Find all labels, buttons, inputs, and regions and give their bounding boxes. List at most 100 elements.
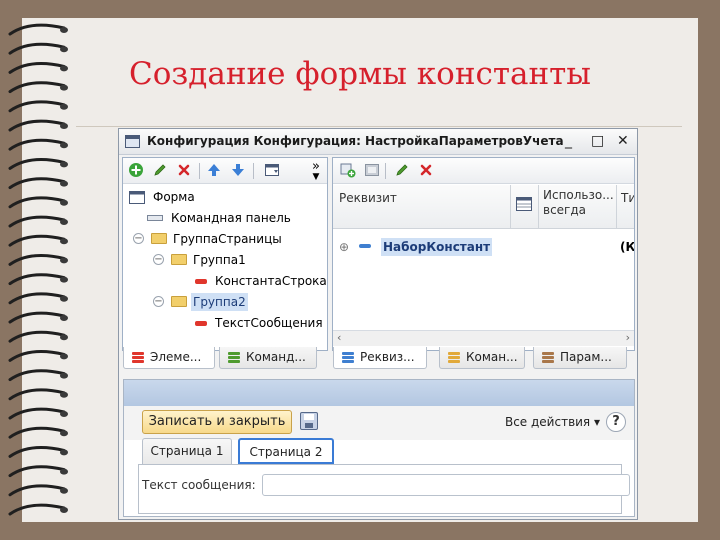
spiral-ring bbox=[8, 23, 66, 36]
spiral-ring bbox=[8, 311, 66, 324]
spiral-ring bbox=[8, 42, 66, 55]
tree-label: Группа1 bbox=[193, 253, 246, 267]
commands-tab-icon bbox=[228, 352, 240, 363]
tree-label: Командная панель bbox=[171, 211, 291, 225]
spiral-ring bbox=[8, 330, 66, 343]
spiral-ring bbox=[8, 407, 66, 420]
spiral-hole bbox=[60, 507, 68, 513]
spiral-hole bbox=[60, 27, 68, 33]
divider bbox=[76, 126, 682, 127]
tab-elements[interactable]: Элеме... bbox=[123, 347, 215, 369]
tree-label-selected: Группа2 bbox=[191, 293, 248, 311]
spiral-ring bbox=[8, 484, 66, 497]
attribute-name: НаборКонстант bbox=[381, 238, 493, 256]
spiral-hole bbox=[60, 449, 68, 456]
tab-commands[interactable]: Команд... bbox=[219, 347, 317, 369]
slide-title: Создание формы константы bbox=[129, 56, 591, 92]
scroll-right-icon[interactable]: › bbox=[626, 331, 630, 344]
tab-label: Команд... bbox=[246, 350, 306, 364]
column-label: Ти bbox=[621, 191, 635, 205]
parameters-tab-icon bbox=[542, 352, 554, 363]
spiral-ring bbox=[8, 253, 66, 266]
spiral-ring bbox=[8, 292, 66, 305]
spiral-ring bbox=[8, 100, 66, 113]
spiral-hole bbox=[60, 123, 68, 129]
elements-toolbar: » ▼ bbox=[123, 158, 327, 184]
spiral-hole bbox=[60, 161, 68, 168]
table-icon bbox=[516, 197, 532, 214]
add-attribute-icon[interactable] bbox=[339, 162, 357, 180]
attributes-tab-icon bbox=[342, 352, 354, 363]
elements-panel: » ▼ Форма Командная панель − ГруппаСтран… bbox=[122, 157, 328, 351]
tab-page1[interactable]: Страница 1 bbox=[142, 438, 232, 464]
window-titlebar: Конфигурация Конфигурация: НастройкаПара… bbox=[119, 129, 637, 155]
column-header-icon[interactable] bbox=[511, 185, 539, 229]
tab-label: Коман... bbox=[466, 350, 518, 364]
form-preview: Записать и закрыть Все действия ▾ ? Стра… bbox=[123, 379, 635, 517]
expand-icon[interactable]: ⊕ bbox=[339, 238, 349, 256]
spiral-ring bbox=[8, 138, 66, 151]
add-icon[interactable] bbox=[127, 162, 145, 180]
tab-attributes[interactable]: Реквиз... bbox=[333, 347, 427, 369]
folder-icon bbox=[171, 254, 187, 265]
scroll-left-icon[interactable]: ‹ bbox=[337, 331, 341, 344]
close-button[interactable]: ✕ bbox=[617, 133, 629, 149]
spiral-ring bbox=[8, 426, 66, 439]
message-text-input[interactable] bbox=[262, 474, 630, 496]
help-button[interactable]: ? bbox=[606, 412, 626, 432]
minimize-button[interactable]: _ bbox=[565, 133, 572, 149]
spiral-ring bbox=[8, 196, 66, 209]
spiral-ring bbox=[8, 369, 66, 382]
spiral-ring bbox=[8, 273, 66, 286]
collapse-icon[interactable]: − bbox=[153, 296, 164, 307]
tab-page2[interactable]: Страница 2 bbox=[238, 438, 334, 464]
spiral-hole bbox=[60, 295, 68, 302]
spiral-hole bbox=[60, 334, 68, 341]
column-header-type[interactable]: Ти bbox=[617, 185, 635, 229]
horizontal-scrollbar[interactable]: ‹ › bbox=[333, 330, 634, 346]
data-icon[interactable] bbox=[363, 162, 381, 180]
folder-icon bbox=[171, 296, 187, 307]
spiral-hole bbox=[60, 46, 68, 53]
form-icon bbox=[129, 191, 145, 209]
move-down-icon[interactable] bbox=[229, 162, 247, 180]
tree-label: ТекстСообщения bbox=[215, 316, 323, 330]
spiral-ring bbox=[8, 388, 66, 401]
form-layout-icon[interactable] bbox=[263, 162, 281, 180]
attribute-icon bbox=[359, 244, 371, 248]
column-header-attribute[interactable]: Реквизит bbox=[333, 185, 511, 229]
message-text-label: Текст сообщения: bbox=[142, 478, 256, 492]
delete-icon[interactable] bbox=[417, 162, 435, 180]
spiral-ring bbox=[8, 215, 66, 228]
window-title: Конфигурация Конфигурация: НастройкаПара… bbox=[147, 134, 564, 148]
collapse-icon[interactable]: − bbox=[133, 233, 144, 244]
edit-pencil-icon[interactable] bbox=[393, 162, 411, 180]
field-icon bbox=[195, 279, 207, 284]
spiral-hole bbox=[60, 103, 68, 110]
spiral-hole bbox=[60, 372, 68, 379]
spiral-ring bbox=[8, 177, 66, 190]
tab-parameters[interactable]: Парам... bbox=[533, 347, 627, 369]
delete-icon[interactable] bbox=[175, 162, 193, 180]
edit-pencil-icon[interactable] bbox=[151, 162, 169, 180]
tree-label: Форма bbox=[153, 190, 195, 204]
save-disk-icon[interactable] bbox=[300, 412, 318, 430]
move-up-icon[interactable] bbox=[205, 162, 223, 180]
table-row[interactable]: ⊕ НаборКонстант (Ко bbox=[337, 238, 635, 256]
save-and-close-button[interactable]: Записать и закрыть bbox=[142, 410, 292, 434]
attribute-type: (Ко bbox=[620, 240, 635, 254]
spiral-binding bbox=[8, 23, 68, 516]
tab-commands-right[interactable]: Коман... bbox=[439, 347, 525, 369]
all-actions-menu[interactable]: Все действия ▾ bbox=[505, 415, 600, 429]
spiral-hole bbox=[60, 391, 68, 398]
column-label: Использо... всегда bbox=[543, 188, 614, 217]
spiral-hole bbox=[60, 315, 68, 321]
dropdown-arrow-icon[interactable]: ▼ bbox=[307, 168, 325, 186]
spiral-ring bbox=[8, 119, 66, 132]
commands-tab-icon bbox=[448, 352, 460, 363]
form-header-band bbox=[124, 380, 634, 406]
column-header-always-use[interactable]: Использо... всегда bbox=[539, 185, 617, 229]
window-form-icon bbox=[125, 135, 140, 148]
collapse-icon[interactable]: − bbox=[153, 254, 164, 265]
maximize-button[interactable]: □ bbox=[591, 133, 604, 149]
